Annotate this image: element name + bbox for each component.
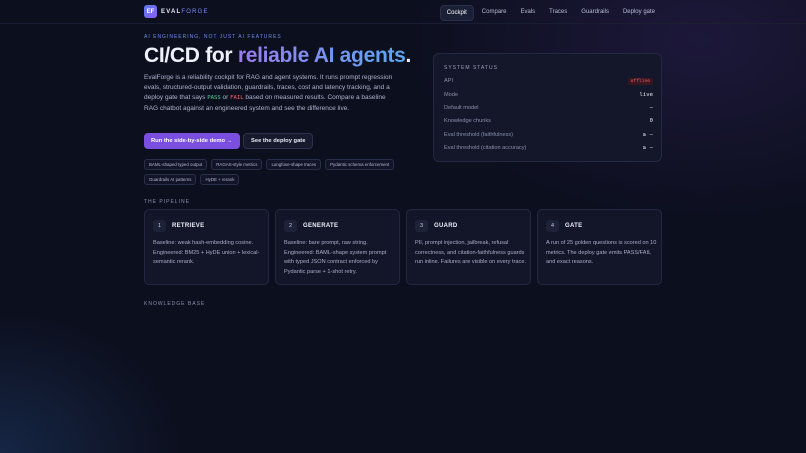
status-value: — [649, 105, 653, 111]
card-body: PII, prompt injection, jailbreak, refusa… [415, 240, 526, 265]
status-title: SYSTEM STATUS [444, 65, 498, 71]
feature-chips: BAML-shaped typed output RAGAS-style met… [144, 159, 404, 185]
step-number: 1 [153, 220, 166, 232]
pipeline-heading: THE PIPELINE [144, 199, 190, 205]
hero-title: CI/CD for reliable AI agents. [144, 44, 411, 68]
knowledge-base-heading: KNOWLEDGE BASE [144, 301, 206, 307]
hero-title-a: CI/CD for [144, 44, 238, 67]
hero-eyebrow: AI ENGINEERING, NOT JUST AI FEATURES [144, 34, 282, 40]
step-number: 3 [415, 220, 428, 232]
logo-text-b: FORGE [181, 8, 209, 15]
status-value: ≥ — [642, 132, 653, 138]
logo[interactable]: EF EVALFORGE [144, 5, 209, 18]
fail-label: FAIL [230, 95, 244, 102]
deploy-gate-button[interactable]: See the deploy gate [243, 133, 314, 149]
logo-badge: EF [144, 5, 157, 18]
step-number: 4 [546, 220, 559, 232]
status-value: 0 [649, 118, 653, 124]
card-title: GUARD [434, 223, 458, 229]
status-label: Default model [444, 105, 479, 111]
hero-title-c: . [405, 44, 412, 67]
nav-evals[interactable]: Evals [514, 5, 541, 21]
system-status-panel: SYSTEM STATUS API offline Mode live Defa… [433, 53, 662, 162]
nav-deploy-gate[interactable]: Deploy gate [617, 5, 661, 21]
status-row-mode: Mode live [444, 90, 653, 100]
status-label: Eval threshold (citation accuracy) [444, 145, 527, 151]
status-row-model: Default model — [444, 103, 653, 113]
status-row-citation: Eval threshold (citation accuracy) ≥ — [444, 143, 653, 153]
nav-guardrails[interactable]: Guardrails [575, 5, 615, 21]
pass-label: PASS [207, 95, 221, 102]
status-value: live [639, 92, 653, 98]
hero-title-highlight: reliable AI agents [237, 44, 406, 67]
status-label: Eval threshold (faithfulness) [444, 132, 514, 138]
nav-compare[interactable]: Compare [476, 5, 513, 21]
chip: Pydantic schema enforcement [325, 159, 395, 170]
nav-traces[interactable]: Traces [543, 5, 573, 21]
card-title: GATE [565, 223, 583, 229]
chip: BAML-shaped typed output [144, 159, 208, 170]
chip: RAGAS-style metrics [211, 159, 263, 170]
pipeline-card-gate: 4 GATE A run of 25 golden questions is s… [537, 209, 662, 285]
run-demo-button[interactable]: Run the side-by-side demo → [144, 133, 240, 149]
status-value: ≥ — [642, 145, 653, 151]
chip: Guardrails AI patterns [144, 174, 197, 185]
hero-description: EvalForge is a reliability cockpit for R… [144, 73, 394, 114]
top-nav: EF EVALFORGE Cockpit Compare Evals Trace… [0, 0, 806, 24]
status-label: API [444, 78, 454, 84]
pipeline-card-generate: 2 GENERATE Baseline: bare prompt, raw st… [275, 209, 400, 285]
logo-text: EVALFORGE [161, 9, 209, 15]
pipeline-card-guard: 3 GUARD PII, prompt injection, jailbreak… [406, 209, 531, 285]
pipeline-card-retrieve: 1 RETRIEVE Baseline: weak hash-embedding… [144, 209, 269, 285]
nav-links: Cockpit Compare Evals Traces Guardrails … [439, 5, 661, 21]
status-badge: offline [627, 77, 653, 85]
card-title: GENERATE [303, 223, 339, 229]
card-body: Baseline: weak hash-embedding cosine. En… [153, 240, 260, 265]
logo-text-a: EVAL [161, 8, 182, 15]
nav-cockpit[interactable]: Cockpit [439, 5, 474, 21]
status-label: Mode [444, 92, 458, 98]
card-title: RETRIEVE [172, 223, 205, 229]
step-number: 2 [284, 220, 297, 232]
card-body: Baseline: bare prompt, raw string. Engin… [284, 240, 387, 275]
status-row-faithfulness: Eval threshold (faithfulness) ≥ — [444, 130, 653, 140]
chip: Langfuse-shape traces [266, 159, 322, 170]
status-row-api: API offline [444, 76, 653, 86]
status-label: Knowledge chunks [444, 118, 491, 124]
hero-desc-or: or [220, 94, 231, 102]
card-body: A run of 25 golden questions is scored o… [546, 240, 657, 265]
chip: HyDE + rerank [200, 174, 240, 185]
status-row-chunks: Knowledge chunks 0 [444, 116, 653, 126]
